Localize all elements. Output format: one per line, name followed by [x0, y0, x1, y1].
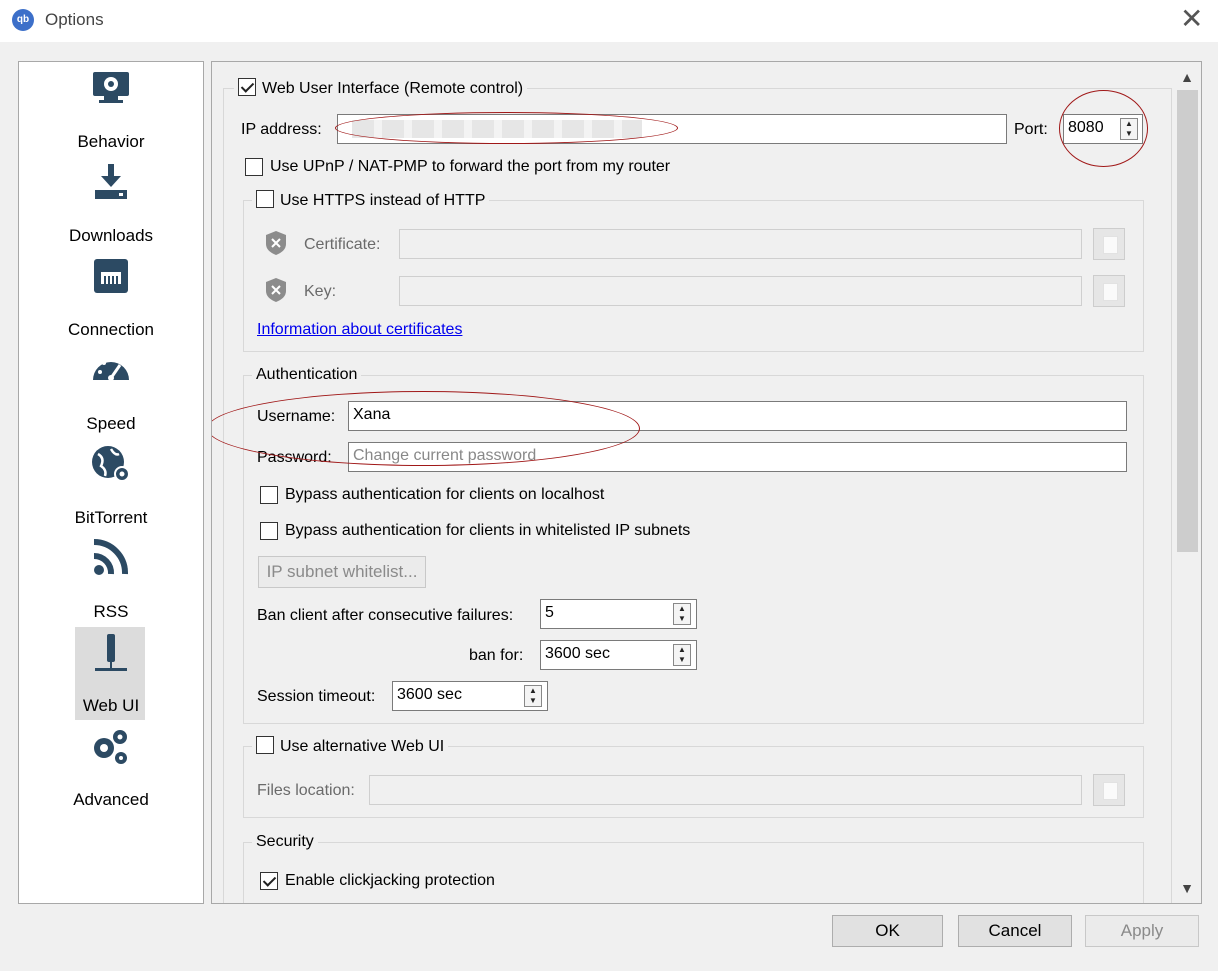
sidebar-item-label: Behavior	[77, 132, 145, 151]
sidebar-item-label: BitTorrent	[74, 508, 148, 527]
ban-failures-spin-buttons[interactable]: ▲ ▼	[673, 603, 691, 625]
key-input	[399, 276, 1082, 306]
certificate-shield-icon	[266, 231, 286, 255]
cancel-button[interactable]: Cancel	[958, 915, 1072, 947]
password-placeholder: Change current password	[353, 447, 537, 464]
certificate-input	[399, 229, 1082, 259]
bypass-whitelist-checkbox[interactable]	[260, 522, 278, 540]
password-label: Password:	[257, 449, 332, 466]
ip-address-label: IP address:	[241, 121, 322, 138]
advanced-icon	[94, 730, 127, 764]
certificates-info-link[interactable]: Information about certificates	[257, 321, 462, 339]
spin-up-icon[interactable]: ▲	[674, 604, 690, 614]
clickjacking-label: Enable clickjacking protection	[285, 872, 495, 889]
username-input[interactable]: Xana	[348, 401, 1127, 431]
bypass-whitelist-label: Bypass authentication for clients in whi…	[285, 522, 691, 539]
spin-down-icon[interactable]: ▼	[674, 655, 690, 665]
alternative-webui-header: Use alternative Web UI	[252, 736, 449, 758]
alternative-webui-checkbox[interactable]	[256, 736, 274, 754]
webui-enable-label: Web User Interface (Remote control)	[262, 80, 524, 97]
vertical-scrollbar[interactable]: ▲ ▼	[1172, 62, 1201, 903]
spin-up-icon[interactable]: ▲	[525, 686, 541, 696]
session-timeout-label: Session timeout:	[257, 688, 376, 705]
ban-client-label: Ban client after consecutive failures:	[257, 607, 514, 624]
speed-icon	[93, 358, 129, 381]
upnp-checkbox[interactable]	[245, 158, 263, 176]
app-logo-icon: qb	[12, 9, 34, 31]
upnp-label: Use UPnP / NAT-PMP to forward the port f…	[270, 158, 671, 175]
files-location-label: Files location:	[257, 782, 355, 799]
behavior-icon	[93, 72, 129, 103]
authentication-title: Authentication	[252, 366, 362, 384]
apply-button: Apply	[1085, 915, 1199, 947]
password-input[interactable]: Change current password	[348, 442, 1127, 472]
ban-for-label: ban for:	[469, 647, 524, 664]
files-location-input	[369, 775, 1082, 805]
sidebar-item-label: RSS	[93, 602, 129, 621]
sidebar-item-label: Downloads	[68, 226, 154, 245]
certificate-label: Certificate:	[304, 236, 381, 253]
https-checkbox[interactable]	[256, 190, 274, 208]
username-label: Username:	[257, 408, 336, 425]
webui-settings-page: Web User Interface (Remote control) IP a…	[212, 62, 1172, 903]
sidebar-item-label: Speed	[86, 414, 136, 433]
spin-down-icon[interactable]: ▼	[674, 614, 690, 624]
scroll-down-icon[interactable]: ▼	[1172, 875, 1201, 901]
key-browse-icon	[1093, 275, 1125, 307]
sidebar-item-label: Web UI	[82, 696, 140, 715]
session-timeout-spin-buttons[interactable]: ▲ ▼	[524, 685, 542, 707]
session-timeout-value: 3600 sec	[397, 686, 462, 703]
spin-up-icon[interactable]: ▲	[674, 645, 690, 655]
close-icon[interactable]: ✕	[1180, 4, 1203, 34]
bittorrent-icon	[92, 446, 130, 482]
ok-button[interactable]: OK	[832, 915, 943, 947]
files-location-browse-icon	[1093, 774, 1125, 806]
spin-down-icon[interactable]: ▼	[525, 696, 541, 706]
scroll-up-icon[interactable]: ▲	[1172, 64, 1201, 90]
downloads-icon	[95, 164, 127, 199]
webui-icon	[95, 634, 127, 671]
spin-up-icon[interactable]: ▲	[1121, 119, 1137, 129]
webui-group-header: Web User Interface (Remote control)	[234, 78, 528, 100]
ban-failures-spinbox[interactable]: 5 ▲ ▼	[540, 599, 697, 629]
alternative-webui-label: Use alternative Web UI	[280, 738, 445, 755]
port-label: Port:	[1014, 121, 1048, 138]
ban-failures-value: 5	[545, 604, 554, 621]
scrollbar-thumb[interactable]	[1177, 90, 1198, 552]
https-group-header: Use HTTPS instead of HTTP	[252, 190, 490, 212]
sidebar-item-label: Advanced	[73, 790, 149, 809]
webui-enable-checkbox[interactable]	[238, 78, 256, 96]
clickjacking-checkbox[interactable]	[260, 872, 278, 890]
title-bar: qb Options ✕	[0, 0, 1218, 42]
options-content-panel: Web User Interface (Remote control) IP a…	[211, 61, 1202, 904]
key-label: Key:	[304, 283, 337, 300]
window-title: Options	[45, 10, 104, 29]
security-title: Security	[252, 833, 318, 851]
ip-subnet-whitelist-button: IP subnet whitelist...	[258, 556, 426, 588]
rss-icon	[93, 539, 129, 575]
port-value: 8080	[1068, 119, 1104, 136]
port-spinbox[interactable]: 8080 ▲ ▼	[1063, 114, 1143, 144]
port-spin-buttons[interactable]: ▲ ▼	[1120, 118, 1138, 140]
options-sidebar: Behavior Downloads Connection Speed BitT…	[18, 61, 204, 904]
ban-duration-spinbox[interactable]: 3600 sec ▲ ▼	[540, 640, 697, 670]
https-label: Use HTTPS instead of HTTP	[280, 192, 486, 209]
certificate-browse-icon	[1093, 228, 1125, 260]
bypass-localhost-label: Bypass authentication for clients on loc…	[285, 486, 605, 503]
redacted-ip-value	[352, 120, 642, 138]
spin-down-icon[interactable]: ▼	[1121, 129, 1137, 139]
ban-duration-value: 3600 sec	[545, 645, 610, 662]
key-shield-icon	[266, 278, 286, 302]
session-timeout-spinbox[interactable]: 3600 sec ▲ ▼	[392, 681, 548, 711]
connection-icon	[94, 259, 128, 293]
bypass-localhost-checkbox[interactable]	[260, 486, 278, 504]
ban-duration-spin-buttons[interactable]: ▲ ▼	[673, 644, 691, 666]
sidebar-item-label: Connection	[67, 320, 154, 339]
